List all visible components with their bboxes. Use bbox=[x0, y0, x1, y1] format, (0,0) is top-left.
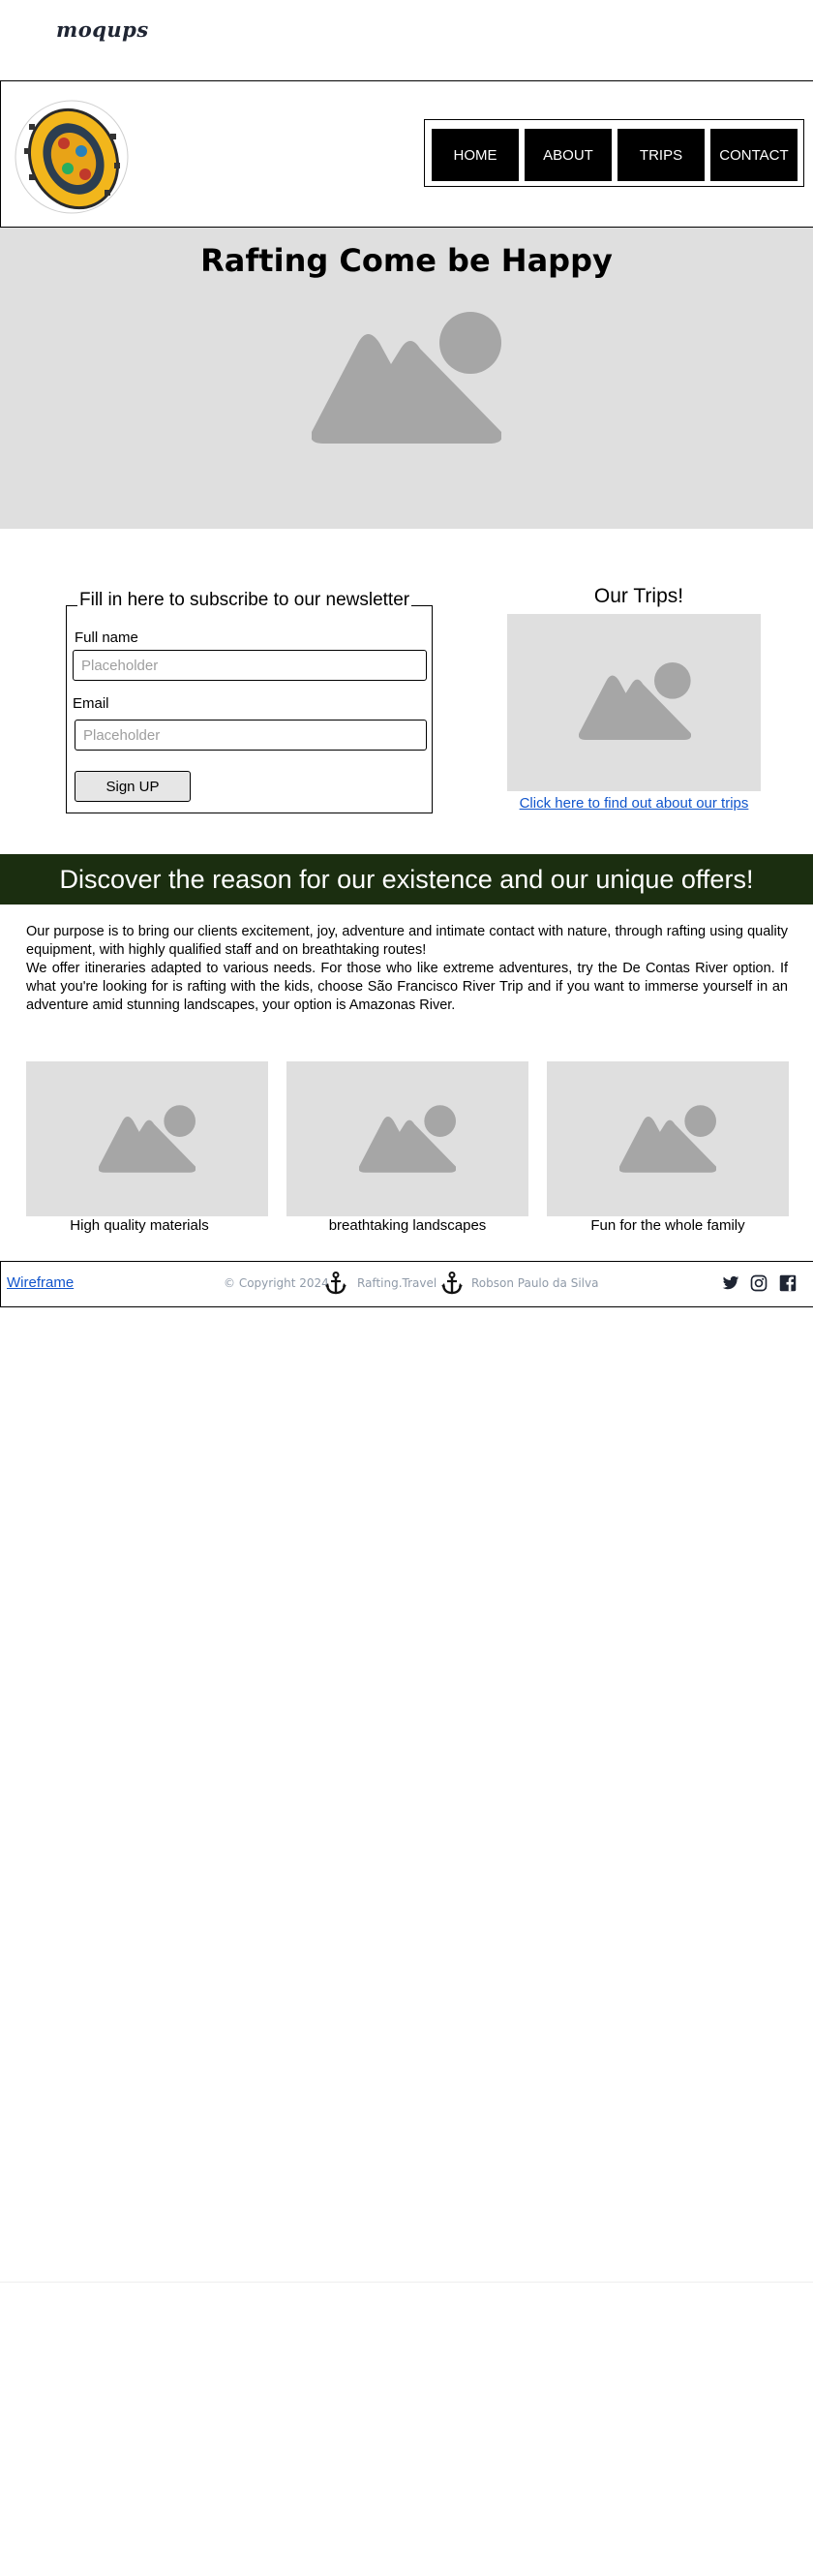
feature-caption: breathtaking landscapes bbox=[328, 1217, 487, 1234]
offers-banner: Discover the reason for our existence an… bbox=[0, 854, 813, 905]
wireframe-link[interactable]: Wireframe bbox=[7, 1274, 74, 1291]
fullname-label: Full name bbox=[75, 629, 138, 646]
trips-title: Our Trips! bbox=[593, 585, 684, 607]
rafting-logo-graphic bbox=[15, 100, 129, 214]
copyright-text: © Copyright 2024 bbox=[224, 1276, 329, 1290]
signup-button[interactable]: Sign UP bbox=[75, 771, 191, 802]
twitter-icon[interactable] bbox=[722, 1274, 739, 1292]
image-placeholder-icon bbox=[99, 1105, 196, 1173]
email-label: Email bbox=[73, 695, 109, 712]
hero-title: Rafting Come be Happy bbox=[200, 242, 613, 279]
company-text: Rafting.Travel bbox=[357, 1276, 437, 1290]
anchor-icon bbox=[441, 1272, 463, 1295]
image-placeholder-icon bbox=[619, 1105, 716, 1173]
facebook-icon[interactable] bbox=[779, 1274, 797, 1292]
nav-home[interactable]: HOME bbox=[432, 129, 519, 181]
author-text: Robson Paulo da Silva bbox=[471, 1276, 599, 1290]
moqups-logo: moqups bbox=[56, 17, 149, 42]
feature-image-placeholder bbox=[26, 1061, 268, 1216]
page-divider bbox=[0, 2282, 813, 2283]
image-placeholder-icon bbox=[579, 662, 691, 740]
feature-caption: Fun for the whole family bbox=[590, 1217, 745, 1234]
hero-image-placeholder bbox=[312, 312, 501, 444]
fullname-input[interactable] bbox=[73, 650, 427, 681]
trips-image-placeholder bbox=[507, 614, 761, 791]
about-text: Our purpose is to bring our clients exci… bbox=[26, 923, 788, 1015]
feature-image-placeholder bbox=[286, 1061, 528, 1216]
instagram-icon[interactable] bbox=[750, 1274, 768, 1292]
about-paragraph-1: Our purpose is to bring our clients exci… bbox=[26, 924, 788, 958]
image-placeholder-icon bbox=[312, 312, 501, 444]
newsletter-legend: Fill in here to subscribe to our newslet… bbox=[77, 590, 412, 611]
trips-link[interactable]: Click here to find out about our trips bbox=[507, 795, 761, 812]
image-placeholder-icon bbox=[359, 1105, 456, 1173]
email-input[interactable] bbox=[75, 720, 427, 751]
about-paragraph-2: We offer itineraries adapted to various … bbox=[26, 961, 788, 1013]
nav-contact[interactable]: CONTACT bbox=[710, 129, 798, 181]
nav-about[interactable]: ABOUT bbox=[525, 129, 612, 181]
anchor-icon bbox=[325, 1272, 346, 1295]
rafting-logo bbox=[10, 95, 134, 219]
feature-image-placeholder bbox=[547, 1061, 789, 1216]
feature-caption: High quality materials bbox=[70, 1217, 209, 1234]
nav-trips[interactable]: TRIPS bbox=[617, 129, 705, 181]
